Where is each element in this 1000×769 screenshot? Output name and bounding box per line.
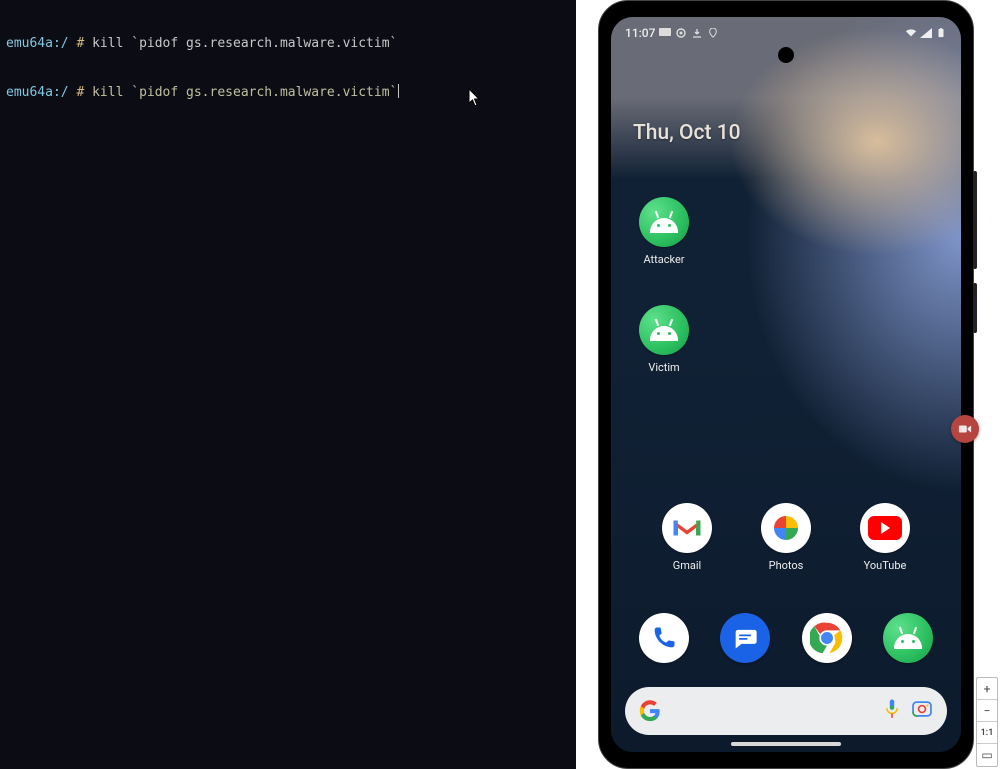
command-text: kill `pidof gs.research.malware.victim` [92, 85, 397, 100]
app-label: YouTube [864, 559, 907, 572]
android-icon [639, 197, 689, 247]
youtube-icon [860, 503, 910, 553]
status-bar: 11:07 [611, 17, 961, 49]
android-icon [883, 613, 933, 663]
front-camera [778, 47, 794, 63]
message-icon [659, 28, 671, 38]
zoom-fit-button[interactable]: ▭ [977, 744, 997, 766]
command-text: kill `pidof gs.research.malware.victim` [92, 36, 397, 51]
clock: 11:07 [625, 26, 655, 40]
google-logo-icon [639, 700, 661, 722]
android-icon [639, 305, 689, 355]
phone-screen[interactable]: 11:07 Thu, Oct 10 [611, 17, 961, 752]
app-label: Photos [769, 559, 804, 572]
lens-icon[interactable] [911, 698, 933, 724]
app-label: Attacker [643, 253, 684, 266]
hash: # [76, 85, 84, 100]
emulator-pane: 11:07 Thu, Oct 10 [576, 0, 1000, 769]
zoom-actual-button[interactable]: 1:1 [977, 722, 997, 744]
prompt: emu64a:/ [6, 85, 69, 100]
record-badge-icon[interactable] [951, 415, 979, 443]
chrome-icon [802, 613, 852, 663]
wifi-icon [905, 28, 917, 38]
google-search-bar[interactable] [625, 687, 947, 735]
app-label: Victim [648, 361, 679, 374]
volume-button[interactable] [973, 171, 977, 269]
location-icon [707, 28, 719, 38]
text-cursor [398, 84, 399, 98]
terminal-line: emu64a:/ # kill `pidof gs.research.malwa… [6, 36, 570, 52]
terminal-pane[interactable]: emu64a:/ # kill `pidof gs.research.malwa… [0, 0, 576, 769]
app-label: Gmail [673, 559, 701, 572]
phone-icon [639, 613, 689, 663]
app-attacker[interactable]: Attacker [629, 197, 699, 266]
settings-icon [675, 28, 687, 38]
terminal-line: emu64a:/ # kill `pidof gs.research.malwa… [6, 84, 570, 101]
hash: # [76, 36, 84, 51]
nav-handle[interactable] [731, 742, 841, 746]
app-row: Gmail Photos [611, 503, 961, 572]
dock-row [611, 613, 961, 663]
gmail-icon [662, 503, 712, 553]
phone-frame: 11:07 Thu, Oct 10 [598, 0, 974, 769]
prompt: emu64a:/ [6, 36, 69, 51]
app-messages[interactable] [710, 613, 780, 663]
battery-icon [935, 28, 947, 38]
download-icon [691, 28, 703, 38]
zoom-in-button[interactable]: + [977, 678, 997, 700]
app-chrome[interactable] [792, 613, 862, 663]
messages-icon [720, 613, 770, 663]
date-widget[interactable]: Thu, Oct 10 [633, 121, 741, 145]
mic-icon[interactable] [883, 698, 901, 724]
app-gmail[interactable]: Gmail [652, 503, 722, 572]
signal-icon [920, 28, 932, 38]
power-button[interactable] [973, 283, 977, 333]
app-phone[interactable] [629, 613, 699, 663]
app-photos[interactable]: Photos [751, 503, 821, 572]
app-victim[interactable]: Victim [629, 305, 699, 374]
app-youtube[interactable]: YouTube [850, 503, 920, 572]
photos-icon [761, 503, 811, 553]
app-android[interactable] [873, 613, 943, 663]
emulator-zoom-toolbar: + − 1:1 ▭ [976, 677, 998, 767]
zoom-out-button[interactable]: − [977, 700, 997, 722]
